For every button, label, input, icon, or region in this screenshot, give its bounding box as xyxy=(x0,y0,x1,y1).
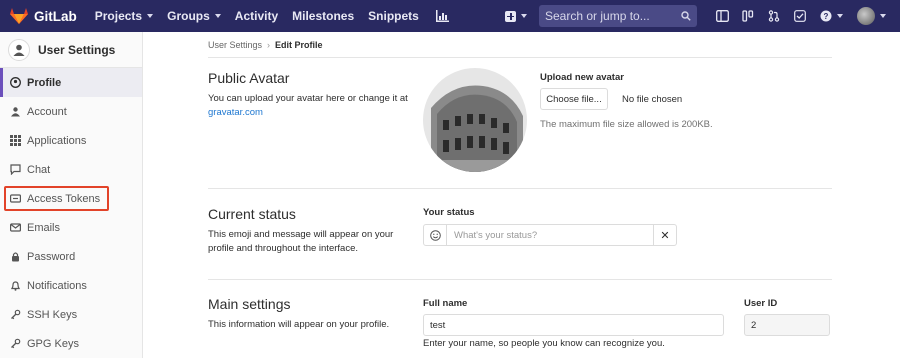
clear-status-button[interactable]: ✕ xyxy=(653,225,676,245)
nav-link-projects[interactable]: Projects xyxy=(94,9,154,23)
breadcrumb-current: Edit Profile xyxy=(275,39,323,50)
sidebar-item-label: Notifications xyxy=(27,279,87,292)
full-name-field[interactable]: test xyxy=(423,314,724,336)
sidebar-item-label: GPG Keys xyxy=(27,337,79,350)
chevron-down-icon xyxy=(521,14,527,18)
todo-icon[interactable] xyxy=(793,9,807,23)
file-status-text: No file chosen xyxy=(622,94,683,105)
status-field: What's your status? ✕ xyxy=(423,224,677,246)
applications-icon xyxy=(10,135,21,146)
sidebar-header[interactable]: User Settings xyxy=(0,32,142,68)
section-title: Main settings xyxy=(208,296,291,312)
status-field-label: Your status xyxy=(423,207,475,218)
sidebar-item-notifications[interactable]: Notifications xyxy=(0,271,142,300)
sidebar-item-emails[interactable]: Emails xyxy=(0,213,142,242)
account-icon xyxy=(10,106,21,117)
plus-icon xyxy=(505,10,516,22)
section-title: Current status xyxy=(208,206,296,222)
sidebar-item-ssh-keys[interactable]: SSH Keys xyxy=(0,300,142,329)
help-icon: ? xyxy=(820,10,831,22)
nav-link-label: Activity xyxy=(234,9,279,23)
nav-link-label: Snippets xyxy=(368,9,419,23)
nav-link-label: Groups xyxy=(167,9,210,23)
sidebar-item-label: Access Tokens xyxy=(27,192,101,205)
breadcrumb-parent[interactable]: User Settings xyxy=(208,40,262,50)
nav-link-groups[interactable]: Groups xyxy=(167,9,221,23)
chevron-down-icon xyxy=(880,14,886,18)
sidebar-item-chat[interactable]: Chat xyxy=(0,155,142,184)
new-item-dropdown[interactable] xyxy=(505,10,527,22)
status-message-input[interactable]: What's your status? xyxy=(447,230,653,241)
smiley-icon xyxy=(429,229,441,241)
settings-sidebar: User Settings Profile Account Applications… xyxy=(0,32,143,358)
sidebar-title: User Settings xyxy=(38,42,116,57)
sidebar-item-label: SSH Keys xyxy=(27,308,78,321)
user-id-label: User ID xyxy=(744,298,778,309)
section-description: This information will appear on your pro… xyxy=(208,319,390,330)
sidebar-item-label: Account xyxy=(27,105,67,118)
sidebar-item-account[interactable]: Account xyxy=(0,97,142,126)
sidebar-toggle-icon[interactable] xyxy=(715,9,729,23)
chart-icon[interactable] xyxy=(435,10,449,22)
token-icon xyxy=(10,193,21,204)
nav-link-milestones[interactable]: Milestones xyxy=(292,9,354,23)
chevron-down-icon xyxy=(147,14,154,18)
full-name-label: Full name xyxy=(423,298,468,309)
bell-icon xyxy=(10,280,21,291)
top-navbar: GitLab Projects Groups Activity Milestones S… xyxy=(0,0,900,32)
user-avatar[interactable] xyxy=(857,7,875,25)
nav-link-snippets[interactable]: Snippets xyxy=(368,9,419,23)
merge-request-icon[interactable] xyxy=(767,9,781,23)
sidebar-item-label: Chat xyxy=(27,163,51,176)
sidebar-item-label: Profile xyxy=(27,76,62,89)
section-description: You can upload your avatar here or chang… xyxy=(208,92,408,120)
search-input[interactable]: Search or jump to... xyxy=(539,5,697,27)
close-icon: ✕ xyxy=(660,229,670,242)
nav-link-label: Projects xyxy=(94,9,143,23)
sidebar-item-gpg-keys[interactable]: GPG Keys xyxy=(0,329,142,358)
sidebar-item-label: Password xyxy=(27,250,76,263)
user-avatar-icon xyxy=(8,38,30,61)
gitlab-home-link[interactable]: GitLab xyxy=(10,8,77,24)
svg-text:?: ? xyxy=(823,12,828,21)
key-icon xyxy=(10,309,21,320)
chevron-down-icon xyxy=(836,14,843,18)
profile-icon xyxy=(10,77,21,88)
nav-link-activity[interactable]: Activity xyxy=(235,9,278,23)
sidebar-item-profile[interactable]: Profile xyxy=(0,68,142,97)
choose-file-button[interactable]: Choose file... xyxy=(540,88,608,110)
section-divider xyxy=(208,188,832,189)
avatar-desc-text: You can upload your avatar here or chang… xyxy=(208,93,408,104)
brand-name: GitLab xyxy=(34,8,77,24)
sidebar-item-label: Applications xyxy=(27,134,87,147)
gitlab-logo-icon xyxy=(10,8,28,24)
section-description: This emoji and message will appear on yo… xyxy=(208,229,394,254)
chevron-right-icon: › xyxy=(267,39,271,50)
max-size-help: The maximum file size allowed is 200KB. xyxy=(540,119,713,130)
section-divider xyxy=(208,279,832,280)
nav-link-label: Milestones xyxy=(292,9,355,23)
issues-icon[interactable] xyxy=(741,9,755,23)
sidebar-item-label: Emails xyxy=(27,221,61,234)
key-icon xyxy=(10,338,21,349)
gravatar-link[interactable]: gravatar.com xyxy=(208,107,263,118)
chat-icon xyxy=(10,164,21,175)
sidebar-item-applications[interactable]: Applications xyxy=(0,126,142,155)
help-dropdown[interactable]: ? xyxy=(819,9,843,23)
chevron-down-icon xyxy=(214,14,221,18)
upload-avatar-label: Upload new avatar xyxy=(540,72,624,83)
email-icon xyxy=(10,222,21,233)
search-icon xyxy=(681,11,691,21)
search-placeholder: Search or jump to... xyxy=(545,9,650,23)
sidebar-item-password[interactable]: Password xyxy=(0,242,142,271)
sidebar-item-access-tokens[interactable]: Access Tokens xyxy=(4,186,109,211)
breadcrumb: User Settings › Edit Profile xyxy=(208,32,832,58)
current-avatar-image xyxy=(423,68,527,172)
main-content: User Settings › Edit Profile Public Avat… xyxy=(208,32,832,349)
user-id-field: 2 xyxy=(744,314,830,336)
full-name-help: Enter your name, so people you know can … xyxy=(423,338,665,349)
lock-icon xyxy=(10,251,21,262)
section-title: Public Avatar xyxy=(208,70,290,86)
emoji-picker-button[interactable] xyxy=(424,225,447,245)
